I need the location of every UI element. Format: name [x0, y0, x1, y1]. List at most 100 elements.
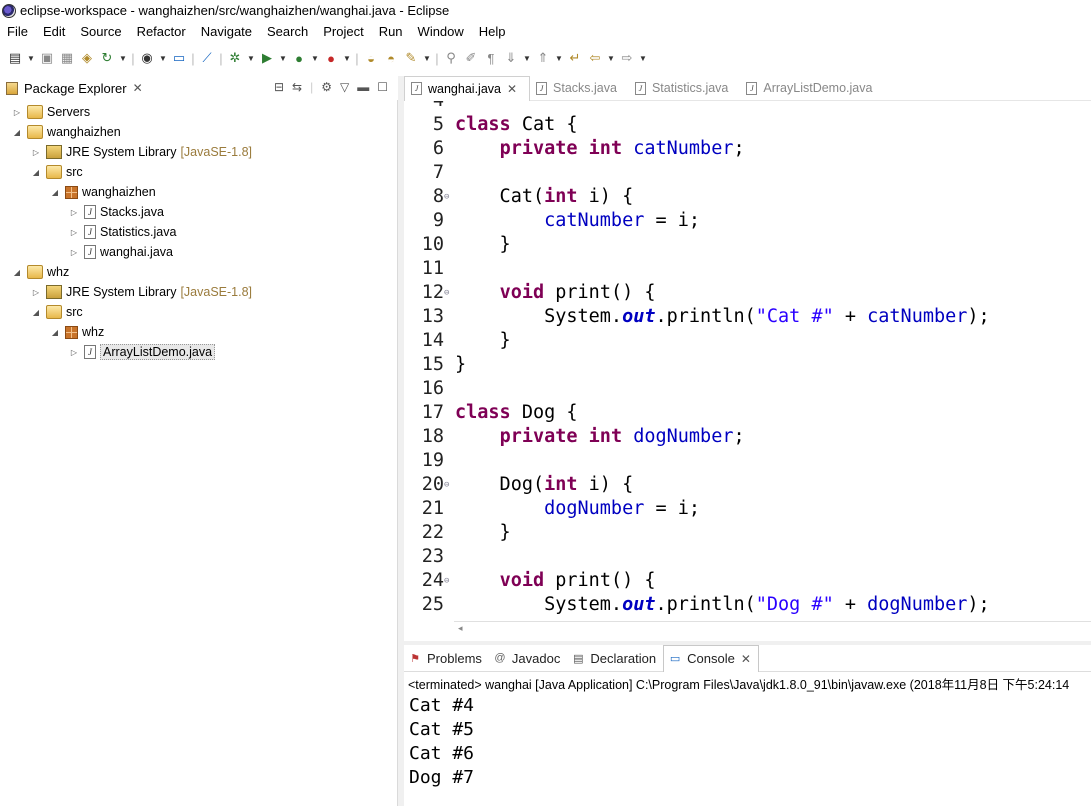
- tab-package-explorer[interactable]: Package Explorer ✕: [0, 76, 151, 100]
- menu-source[interactable]: Source: [73, 24, 129, 39]
- collapse-arrow-icon[interactable]: ◢: [12, 128, 22, 137]
- expand-arrow-icon[interactable]: ▷: [69, 208, 79, 217]
- coverage-dropdown-icon[interactable]: ▼: [310, 49, 320, 67]
- previous-annotation-dropdown-icon[interactable]: ▼: [554, 49, 564, 67]
- horizontal-scrollbar[interactable]: ◂: [454, 621, 1091, 635]
- forward-icon[interactable]: ⇨: [618, 49, 636, 67]
- collapse-arrow-icon[interactable]: ◢: [50, 328, 60, 337]
- maximize-icon[interactable]: ☐: [377, 80, 388, 94]
- save-all-icon[interactable]: ▦: [58, 49, 76, 67]
- search-dropdown-icon[interactable]: ▼: [422, 49, 432, 67]
- tab-stacks-java[interactable]: J Stacks.java: [530, 76, 629, 101]
- code-line[interactable]: 17 class Dog {: [404, 401, 1091, 425]
- menu-project[interactable]: Project: [316, 24, 371, 39]
- close-icon[interactable]: ✕: [741, 652, 751, 666]
- code-line[interactable]: 20 ⊖ Dog(int i) {: [404, 473, 1091, 497]
- new-java-project-icon[interactable]: ◒: [362, 49, 380, 67]
- link-with-editor-icon[interactable]: ⇆: [292, 80, 302, 94]
- code-line[interactable]: 9 catNumber = i;: [404, 209, 1091, 233]
- focus-on-task-icon[interactable]: ⚙: [321, 80, 332, 94]
- close-icon[interactable]: ✕: [507, 82, 517, 96]
- back-dropdown-icon[interactable]: ▼: [606, 49, 616, 67]
- code-area[interactable]: 45class Cat {6 private int catNumber;78⊖…: [404, 101, 1091, 621]
- refresh-dropdown-icon[interactable]: ▼: [118, 49, 128, 67]
- run-icon[interactable]: ▶: [258, 49, 276, 67]
- debug-dropdown-icon[interactable]: ▼: [246, 49, 256, 67]
- toggle-block-selection-icon[interactable]: ✐: [462, 49, 480, 67]
- tab-statistics-java[interactable]: J Statistics.java: [629, 76, 740, 101]
- collapse-all-icon[interactable]: ⊟: [274, 80, 284, 94]
- perspective-dropdown-icon[interactable]: ▼: [158, 49, 168, 67]
- fold-toggle-icon[interactable]: ⊖: [444, 185, 452, 209]
- search-icon[interactable]: ✎: [402, 49, 420, 67]
- expand-arrow-icon[interactable]: ▷: [31, 148, 41, 157]
- menu-window[interactable]: Window: [411, 24, 472, 39]
- code-line[interactable]: 14 }: [404, 329, 1091, 353]
- tree-item[interactable]: ▷ J ArrayListDemo.java: [0, 342, 398, 362]
- next-annotation-icon[interactable]: ⇓: [502, 49, 520, 67]
- coverage-icon[interactable]: ●: [290, 49, 308, 67]
- tree-item[interactable]: ▷ JRE System Library [JavaSE-1.8]: [0, 282, 398, 302]
- previous-annotation-icon[interactable]: ⇑: [534, 49, 552, 67]
- tab-javadoc[interactable]: @ Javadoc: [489, 645, 567, 672]
- code-line[interactable]: 25 System.out.println("Dog #" + dogNumbe…: [404, 593, 1091, 617]
- run-dropdown-icon[interactable]: ▼: [278, 49, 288, 67]
- tab-console[interactable]: ▭ Console ✕: [663, 644, 759, 672]
- expand-arrow-icon[interactable]: ▷: [69, 248, 79, 257]
- scroll-left-icon[interactable]: ◂: [458, 623, 463, 634]
- tree-item[interactable]: ◢ wanghaizhen: [0, 122, 398, 142]
- menu-navigate[interactable]: Navigate: [194, 24, 260, 39]
- code-line[interactable]: 23: [404, 545, 1091, 569]
- code-line[interactable]: 13 System.out.println("Cat #" + catNumbe…: [404, 305, 1091, 329]
- open-task-icon[interactable]: ◓: [382, 49, 400, 67]
- back-icon[interactable]: ⇦: [586, 49, 604, 67]
- tree-item[interactable]: ▷ J Stacks.java: [0, 202, 398, 222]
- menu-edit[interactable]: Edit: [36, 24, 73, 39]
- code-line[interactable]: 6 private int catNumber;: [404, 137, 1091, 161]
- debug-icon[interactable]: ✲: [226, 49, 244, 67]
- minimize-icon[interactable]: ▬: [357, 80, 369, 94]
- code-line[interactable]: 5 class Cat {: [404, 113, 1091, 137]
- code-line[interactable]: 21 dogNumber = i;: [404, 497, 1091, 521]
- forward-dropdown-icon[interactable]: ▼: [638, 49, 648, 67]
- code-line[interactable]: 10 }: [404, 233, 1091, 257]
- tree-item[interactable]: ▷ JRE System Library [JavaSE-1.8]: [0, 142, 398, 162]
- tree-item[interactable]: ▷ Jwanghai.java: [0, 242, 398, 262]
- code-line[interactable]: 8 ⊖ Cat(int i) {: [404, 185, 1091, 209]
- tab-arraylistdemo-java[interactable]: J ArrayListDemo.java: [740, 76, 884, 101]
- external-tools-dropdown-icon[interactable]: ▼: [342, 49, 352, 67]
- fold-toggle-icon[interactable]: ⊖: [444, 473, 452, 497]
- tab-problems[interactable]: ⚑ Problems: [404, 645, 489, 672]
- collapse-arrow-icon[interactable]: ◢: [31, 168, 41, 177]
- refresh-icon[interactable]: ↻: [98, 49, 116, 67]
- menu-run[interactable]: Run: [372, 24, 411, 39]
- code-line[interactable]: 16: [404, 377, 1091, 401]
- tab-declaration[interactable]: ▤ Declaration: [567, 645, 663, 672]
- show-whitespace-icon[interactable]: ¶: [482, 49, 500, 67]
- menu-search[interactable]: Search: [260, 24, 316, 39]
- tree-item[interactable]: ◢ wanghaizhen: [0, 182, 398, 202]
- open-perspective-icon[interactable]: ◉: [138, 49, 156, 67]
- menu-help[interactable]: Help: [472, 24, 514, 39]
- open-console-icon[interactable]: ▭: [170, 49, 188, 67]
- menu-refactor[interactable]: Refactor: [130, 24, 194, 39]
- code-line[interactable]: 18 private int dogNumber;: [404, 425, 1091, 449]
- expand-arrow-icon[interactable]: ▷: [69, 348, 79, 357]
- code-line[interactable]: 19: [404, 449, 1091, 473]
- code-line[interactable]: 24 ⊖ void print() {: [404, 569, 1091, 593]
- skip-breakpoints-icon[interactable]: ⟋: [198, 49, 216, 67]
- tree-item[interactable]: ▷ J Statistics.java: [0, 222, 398, 242]
- tree-item[interactable]: ◢ whz: [0, 322, 398, 342]
- code-line[interactable]: 7: [404, 161, 1091, 185]
- tab-wanghai-java[interactable]: J wanghai.java ✕: [404, 75, 531, 101]
- next-annotation-dropdown-icon[interactable]: ▼: [522, 49, 532, 67]
- tree-item[interactable]: ◢ whz: [0, 262, 398, 282]
- tree-item[interactable]: ▷ Servers: [0, 102, 398, 122]
- save-icon[interactable]: ▣: [38, 49, 56, 67]
- tree-item[interactable]: ◢ src: [0, 302, 398, 322]
- expand-arrow-icon[interactable]: ▷: [69, 228, 79, 237]
- toggle-mark-occurrences-icon[interactable]: ⚲: [442, 49, 460, 67]
- expand-arrow-icon[interactable]: ▷: [31, 288, 41, 297]
- collapse-arrow-icon[interactable]: ◢: [50, 188, 60, 197]
- new-dropdown-icon[interactable]: ▼: [26, 49, 36, 67]
